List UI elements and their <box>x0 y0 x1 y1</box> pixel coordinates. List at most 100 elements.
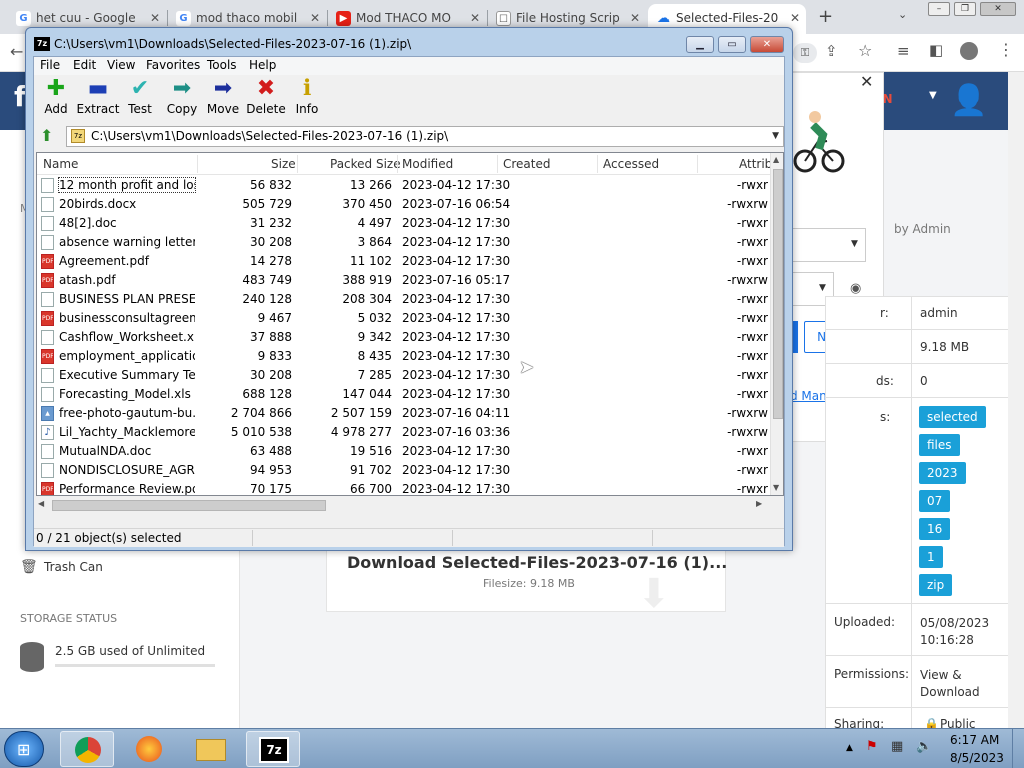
profile-avatar[interactable] <box>960 42 978 60</box>
star-icon[interactable]: ☆ <box>858 41 872 60</box>
tag-07[interactable]: 07 <box>919 490 951 512</box>
col-packed-size[interactable]: Packed Size <box>330 157 401 171</box>
table-row[interactable]: ▲ free-photo-gautum-bu... 2 704 866 2 507 1… <box>37 404 770 423</box>
img-file-icon: ▲ <box>41 406 54 421</box>
test-button[interactable]: ✔ Test <box>118 76 162 122</box>
chevron-down-icon[interactable]: ▼ <box>772 127 779 146</box>
minimize-button[interactable]: ▁ <box>686 36 714 53</box>
network-icon[interactable]: ▦ <box>891 739 903 754</box>
close-icon[interactable]: ✕ <box>790 4 800 32</box>
table-row[interactable]: ♪ Lil_Yachty_Macklemore... 5 010 538 4 978 … <box>37 423 770 442</box>
taskbar-7zip[interactable]: 7z <box>246 731 300 767</box>
file-size: 94 953 <box>250 463 292 477</box>
uploaded-label: Uploaded: <box>834 615 896 629</box>
new-tab-button[interactable]: + <box>818 6 833 27</box>
page-scrollbar[interactable] <box>1008 72 1024 728</box>
chevron-down-icon[interactable]: ⌄ <box>898 8 907 21</box>
col-size[interactable]: Size <box>271 157 296 171</box>
side-panel-icon[interactable]: ◧ <box>929 41 943 59</box>
close-icon[interactable]: ✕ <box>860 72 873 91</box>
menu-edit[interactable]: Edit <box>73 58 96 72</box>
col-attrib[interactable]: Attrib <box>739 157 772 171</box>
scroll-left-icon[interactable]: ◀ <box>38 499 44 508</box>
menu-dots-icon[interactable]: ⋮ <box>998 40 1014 59</box>
volume-icon[interactable]: 🔈 <box>916 739 932 754</box>
tag-1[interactable]: 1 <box>919 546 943 568</box>
menu-favorites[interactable]: Favorites <box>146 58 200 72</box>
maximize-button[interactable]: ▭ <box>718 36 746 53</box>
table-row[interactable]: absence warning letter.... 30 208 3 864 202… <box>37 233 770 252</box>
doc-file-icon <box>41 463 54 478</box>
show-desktop-button[interactable] <box>1012 729 1024 768</box>
file-size: 63 488 <box>250 444 292 458</box>
sidebar-item-trash[interactable]: Trash Can <box>44 560 103 574</box>
flag-icon[interactable]: ⚑ <box>866 739 878 754</box>
table-row[interactable]: PDF businessconsultagreem... 9 467 5 032 202… <box>37 309 770 328</box>
back-arrow-icon[interactable]: ← <box>10 42 23 61</box>
col-modified[interactable]: Modified <box>402 157 453 171</box>
table-row[interactable]: PDF employment_applicatio... 9 833 8 435 202… <box>37 347 770 366</box>
up-folder-icon[interactable]: ⬆ <box>40 126 53 145</box>
tag-2023[interactable]: 2023 <box>919 462 966 484</box>
table-row[interactable]: BUSINESS PLAN PRESE... 240 128 208 304 2023… <box>37 290 770 309</box>
info-button[interactable]: ℹ Info <box>285 76 329 122</box>
share-icon[interactable]: ⇪ <box>825 42 838 60</box>
delete-button[interactable]: ✖ Delete <box>244 76 288 122</box>
reading-list-icon[interactable]: ≡ <box>897 42 910 60</box>
table-row[interactable]: Cashflow_Worksheet.xls 37 888 9 342 2023-04… <box>37 328 770 347</box>
table-row[interactable]: Forecasting_Model.xls 688 128 147 044 2023-… <box>37 385 770 404</box>
tray-expand-icon[interactable]: ▲ <box>846 743 853 753</box>
close-button[interactable]: ✕ <box>750 36 784 53</box>
taskbar-chrome[interactable] <box>60 731 114 767</box>
taskbar-firefox[interactable] <box>122 731 176 767</box>
table-row[interactable]: 12 month profit and los... 56 832 13 266 20… <box>37 176 770 195</box>
col-created[interactable]: Created <box>503 157 551 171</box>
extract-button[interactable]: ▬ Extract <box>75 76 121 122</box>
copy-button[interactable]: ➡ Copy <box>160 76 204 122</box>
user-avatar-icon[interactable]: 👤 <box>950 82 987 120</box>
col-name[interactable]: Name <box>43 157 78 171</box>
table-row[interactable]: PDF atash.pdf 483 749 388 919 2023-07-16 05:… <box>37 271 770 290</box>
menu-file[interactable]: File <box>40 58 60 72</box>
hscroll-thumb[interactable] <box>52 500 326 511</box>
chevron-down-icon[interactable]: ▼ <box>929 90 937 101</box>
scroll-up-icon[interactable]: ▲ <box>773 155 779 164</box>
tag-files[interactable]: files <box>919 434 960 456</box>
scroll-thumb[interactable] <box>773 169 783 419</box>
start-button[interactable]: ⊞ <box>4 731 44 767</box>
eye-icon[interactable]: ◉ <box>850 281 861 296</box>
menu-tools[interactable]: Tools <box>207 58 237 72</box>
taskbar-explorer[interactable] <box>184 731 238 767</box>
select-dropdown[interactable]: ▼ <box>792 228 866 262</box>
clock-date[interactable]: 8/5/2023 <box>950 751 1004 765</box>
file-modified: 2023-04-12 17:30 <box>402 178 511 192</box>
add-button[interactable]: ✚ Add <box>34 76 78 122</box>
address-input[interactable]: 7z C:\Users\vm1\Downloads\Selected-Files… <box>66 126 784 147</box>
table-row[interactable]: Executive Summary Te... 30 208 7 285 2023-0… <box>37 366 770 385</box>
pdf-file-icon: PDF <box>41 273 54 288</box>
table-row[interactable]: PDF Performance Review.pdf 70 175 66 700 202… <box>37 480 770 495</box>
table-row[interactable]: NONDISCLOSURE_AGR... 94 953 91 702 2023-04-… <box>37 461 770 480</box>
file-name: businessconsultagreem... <box>59 311 195 325</box>
close-button[interactable]: ✕ <box>980 2 1016 16</box>
table-row[interactable]: 48[2].doc 31 232 4 497 2023-04-12 17:30 -rwx… <box>37 214 770 233</box>
table-row[interactable]: MutualNDA.doc 63 488 19 516 2023-04-12 17:3… <box>37 442 770 461</box>
minimize-button[interactable]: – <box>928 2 950 16</box>
clock-time[interactable]: 6:17 AM <box>950 733 999 747</box>
tag-zip[interactable]: zip <box>919 574 953 596</box>
move-button[interactable]: ➡ Move <box>201 76 245 122</box>
key-icon[interactable]: ⚿ <box>793 43 817 63</box>
scroll-down-icon[interactable]: ▼ <box>773 483 779 492</box>
table-row[interactable]: 20birds.docx 505 729 370 450 2023-07-16 06:… <box>37 195 770 214</box>
menu-view[interactable]: View <box>107 58 135 72</box>
scroll-right-icon[interactable]: ▶ <box>756 499 762 508</box>
horizontal-scrollbar[interactable]: ◀ ▶ <box>36 497 769 513</box>
menu-help[interactable]: Help <box>249 58 276 72</box>
restore-button[interactable]: ❐ <box>954 2 976 16</box>
tag-16[interactable]: 16 <box>919 518 951 540</box>
vertical-scrollbar[interactable]: ▲ ▼ <box>770 153 783 495</box>
col-accessed[interactable]: Accessed <box>603 157 659 171</box>
table-row[interactable]: PDF Agreement.pdf 14 278 11 102 2023-04-12 1… <box>37 252 770 271</box>
file-size: 30 208 <box>250 368 292 382</box>
tag-selected[interactable]: selected <box>919 406 986 428</box>
